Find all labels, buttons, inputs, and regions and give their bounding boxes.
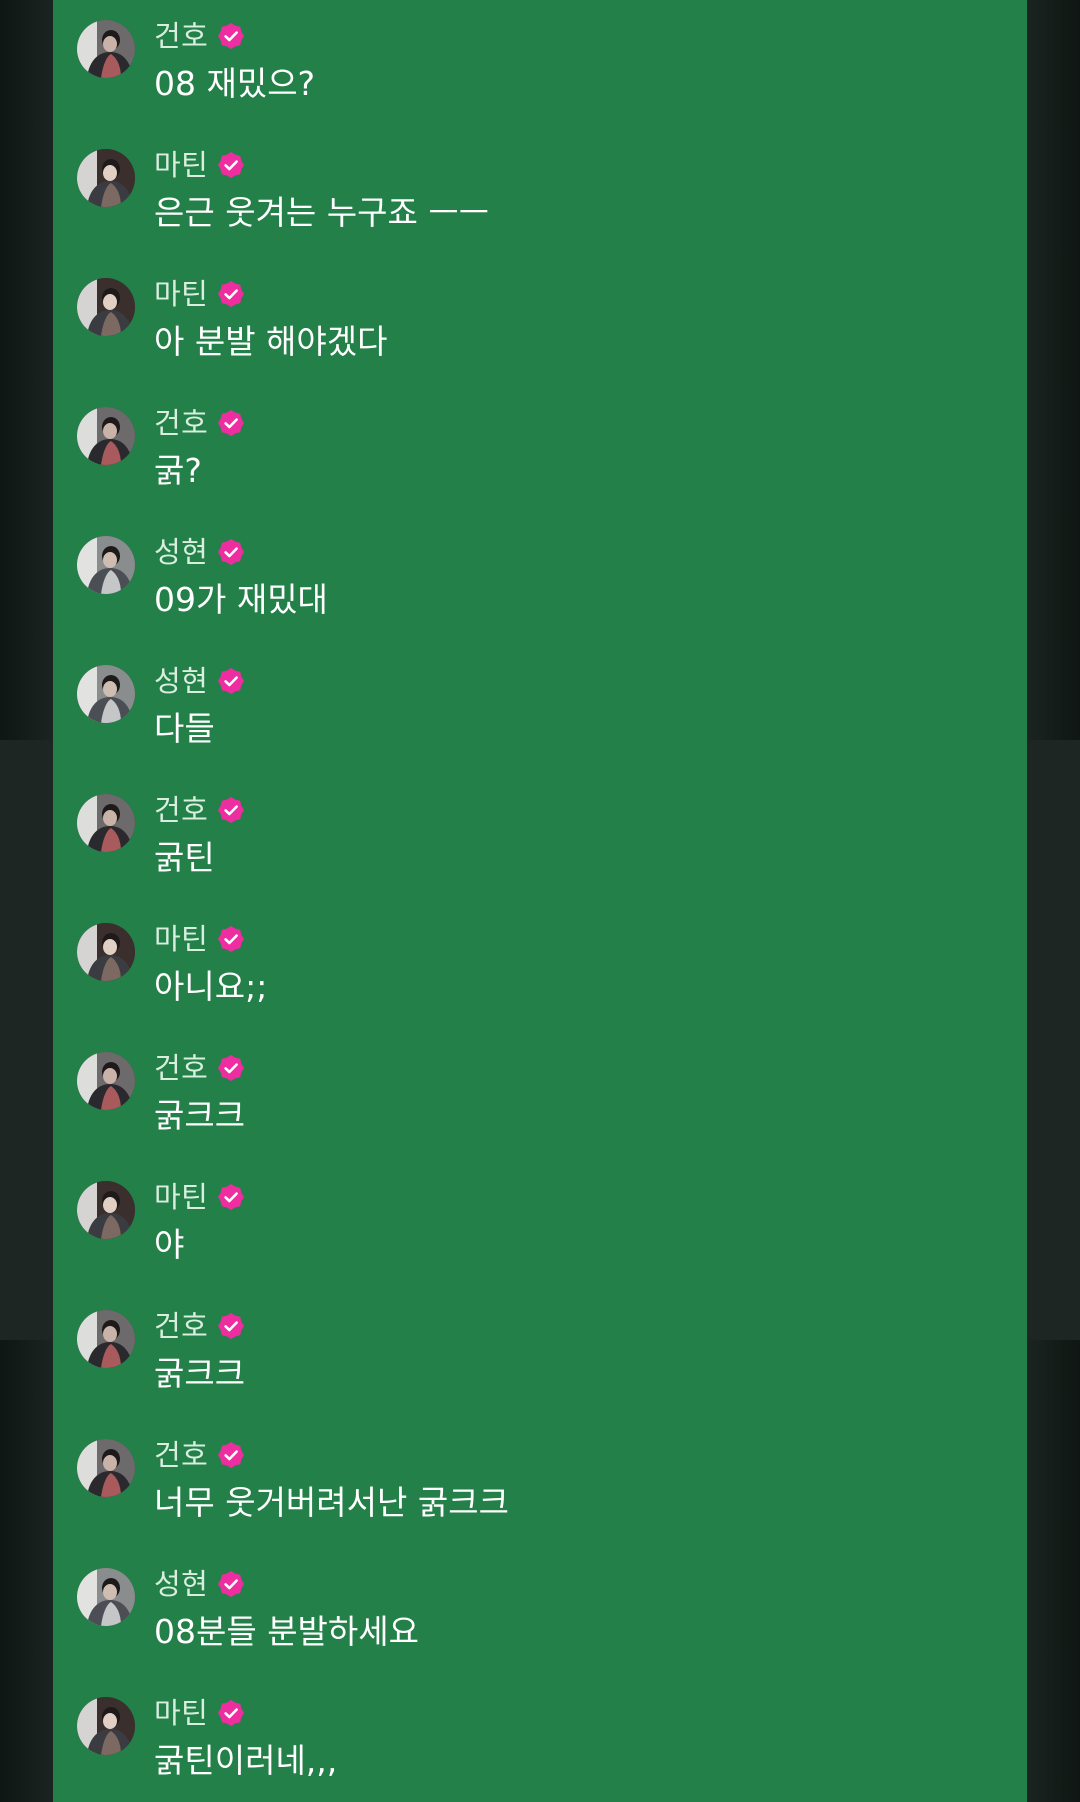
avatar-건호[interactable] — [77, 20, 135, 78]
verified-badge-icon — [218, 152, 245, 178]
sender-name[interactable]: 마틴 — [154, 1695, 208, 1731]
message: 건호 08 재밌으? — [53, 0, 1027, 129]
sender-row: 성현 — [154, 1566, 245, 1602]
verified-badge-icon — [218, 1313, 245, 1339]
message-text: 굵? — [154, 451, 202, 490]
avatar-마틴[interactable] — [77, 1181, 135, 1239]
message-text: 너무 웃거버려서난 굵크크 — [154, 1483, 509, 1522]
avatar-성현[interactable] — [77, 536, 135, 594]
message-text: 09가 재밌대 — [154, 580, 328, 619]
verified-badge-icon — [218, 926, 245, 952]
message-text: 굵크크 — [154, 1096, 246, 1135]
sender-row: 마틴 — [154, 276, 245, 312]
verified-badge-icon — [218, 1442, 245, 1468]
avatar-성현[interactable] — [77, 665, 135, 723]
sender-row: 건호 — [154, 1437, 245, 1473]
sender-row: 건호 — [154, 405, 245, 441]
sender-name[interactable]: 건호 — [154, 1437, 208, 1473]
message: 성현 09가 재밌대 — [53, 516, 1027, 645]
message-text: 다들 — [154, 709, 215, 748]
sender-name[interactable]: 건호 — [154, 792, 208, 828]
sender-name[interactable]: 성현 — [154, 534, 208, 570]
verified-badge-icon — [218, 1571, 245, 1597]
verified-badge-icon — [218, 281, 245, 307]
sender-row: 성현 — [154, 663, 245, 699]
sender-row: 마틴 — [154, 1695, 245, 1731]
sender-row: 건호 — [154, 792, 245, 828]
verified-badge-icon — [218, 410, 245, 436]
verified-badge-icon — [218, 539, 245, 565]
message-text: 야 — [154, 1225, 185, 1264]
sender-name[interactable]: 마틴 — [154, 276, 208, 312]
avatar-마틴[interactable] — [77, 923, 135, 981]
message: 성현 다들 — [53, 645, 1027, 774]
verified-badge-icon — [218, 1055, 245, 1081]
verified-badge-icon — [218, 1700, 245, 1726]
message: 건호 굵? — [53, 387, 1027, 516]
chat-panel[interactable]: 건호 08 재밌으? 마틴 은근 웃겨는 누구죠 ㅡㅡ 마틴 아 분발 해야겠다 — [53, 0, 1027, 1802]
message-text: 굵틴이러네,,, — [154, 1741, 338, 1780]
avatar-건호[interactable] — [77, 1052, 135, 1110]
verified-badge-icon — [218, 797, 245, 823]
avatar-건호[interactable] — [77, 794, 135, 852]
verified-badge-icon — [218, 668, 245, 694]
message-text: 아니요;; — [154, 967, 268, 1006]
avatar-건호[interactable] — [77, 407, 135, 465]
sender-row: 마틴 — [154, 147, 245, 183]
sender-name[interactable]: 성현 — [154, 1566, 208, 1602]
sender-name[interactable]: 건호 — [154, 18, 208, 54]
sender-row: 성현 — [154, 534, 245, 570]
verified-badge-icon — [218, 1184, 245, 1210]
sender-name[interactable]: 마틴 — [154, 921, 208, 957]
avatar-건호[interactable] — [77, 1439, 135, 1497]
message-list: 건호 08 재밌으? 마틴 은근 웃겨는 누구죠 ㅡㅡ 마틴 아 분발 해야겠다 — [53, 0, 1027, 1802]
message: 건호 굵크크 — [53, 1032, 1027, 1161]
sender-name[interactable]: 마틴 — [154, 1179, 208, 1215]
message: 마틴 은근 웃겨는 누구죠 ㅡㅡ — [53, 129, 1027, 258]
avatar-마틴[interactable] — [77, 149, 135, 207]
message-text: 아 분발 해야겠다 — [154, 322, 388, 361]
message: 성현 08분들 분발하세요 — [53, 1548, 1027, 1677]
sender-row: 건호 — [154, 18, 245, 54]
message: 마틴 아 분발 해야겠다 — [53, 258, 1027, 387]
avatar-마틴[interactable] — [77, 1697, 135, 1755]
avatar-마틴[interactable] — [77, 278, 135, 336]
sender-name[interactable]: 성현 — [154, 663, 208, 699]
message: 마틴 야 — [53, 1161, 1027, 1290]
message-text: 굵틴 — [154, 838, 215, 877]
message: 건호 굵크크 — [53, 1290, 1027, 1419]
sender-name[interactable]: 건호 — [154, 405, 208, 441]
message: 건호 굵틴 — [53, 774, 1027, 903]
message: 마틴 굵틴이러네,,, — [53, 1677, 1027, 1802]
sender-name[interactable]: 건호 — [154, 1050, 208, 1086]
sender-row: 건호 — [154, 1050, 245, 1086]
message: 건호 너무 웃거버려서난 굵크크 — [53, 1419, 1027, 1548]
message-text: 은근 웃겨는 누구죠 ㅡㅡ — [154, 193, 490, 232]
sender-name[interactable]: 마틴 — [154, 147, 208, 183]
sender-row: 마틴 — [154, 1179, 245, 1215]
sender-name[interactable]: 건호 — [154, 1308, 208, 1344]
avatar-건호[interactable] — [77, 1310, 135, 1368]
message-text: 굵크크 — [154, 1354, 246, 1393]
message-text: 08 재밌으? — [154, 64, 316, 103]
verified-badge-icon — [218, 23, 245, 49]
message-text: 08분들 분발하세요 — [154, 1612, 420, 1651]
sender-row: 마틴 — [154, 921, 245, 957]
sender-row: 건호 — [154, 1308, 245, 1344]
message: 마틴 아니요;; — [53, 903, 1027, 1032]
avatar-성현[interactable] — [77, 1568, 135, 1626]
